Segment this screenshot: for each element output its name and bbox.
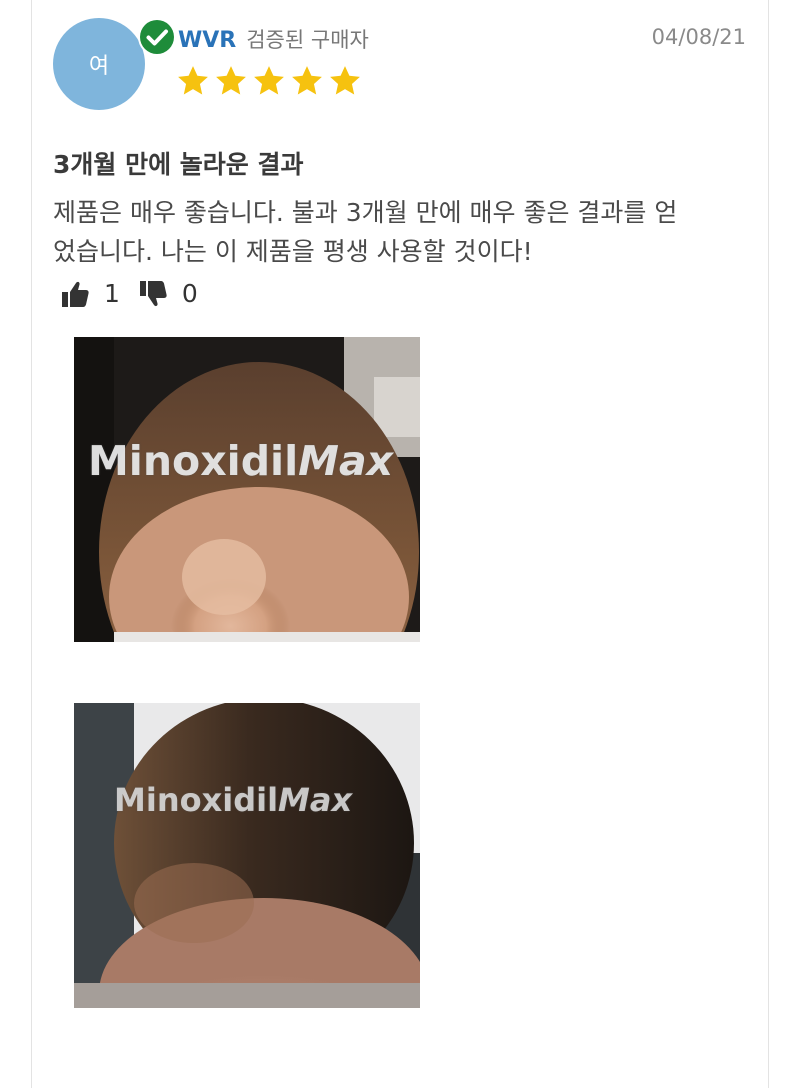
avatar-initial: 여 (88, 54, 110, 79)
unhelpful-vote-button[interactable]: 0 (138, 279, 198, 308)
hair-photo-image (74, 703, 420, 1008)
reviewer-name: WVR (178, 28, 237, 53)
unhelpful-count: 0 (181, 279, 198, 308)
star-rating (176, 64, 362, 98)
photo-watermark: MinoxidilMax (114, 781, 353, 819)
star-icon (178, 66, 208, 95)
helpful-count: 1 (104, 279, 120, 308)
photo-watermark: MinoxidilMax (88, 437, 394, 485)
reviewer-info: WVR 검증된 구매자 (178, 24, 369, 54)
hair-photo-image (74, 337, 420, 642)
verified-buyer-label: 검증된 구매자 (246, 28, 369, 52)
thumbs-up-icon (62, 281, 89, 307)
helpful-vote-button[interactable]: 1 (60, 279, 120, 308)
review-photo-before[interactable]: MinoxidilMax (74, 337, 420, 642)
review-photo-after[interactable]: MinoxidilMax (74, 703, 420, 1008)
star-icon (216, 66, 246, 95)
review-votes: 1 0 (60, 279, 198, 308)
star-icon (254, 66, 284, 95)
star-icon (330, 66, 360, 95)
check-circle-icon (138, 18, 176, 56)
star-icon (292, 66, 322, 95)
review-date: 04/08/21 (651, 25, 746, 49)
review-title: 3개월 만에 놀라운 결과 (53, 150, 304, 179)
thumbs-down-icon (139, 280, 167, 306)
review-body-line: 제품은 매우 좋습니다. 불과 3개월 만에 매우 좋은 결과를 얻 (53, 198, 678, 227)
review-body: 제품은 매우 좋습니다. 불과 3개월 만에 매우 좋은 결과를 얻 었습니다.… (53, 193, 753, 271)
avatar: 여 (53, 18, 145, 110)
review-body-line: 었습니다. 나는 이 제품을 평생 사용할 것이다! (53, 237, 533, 266)
